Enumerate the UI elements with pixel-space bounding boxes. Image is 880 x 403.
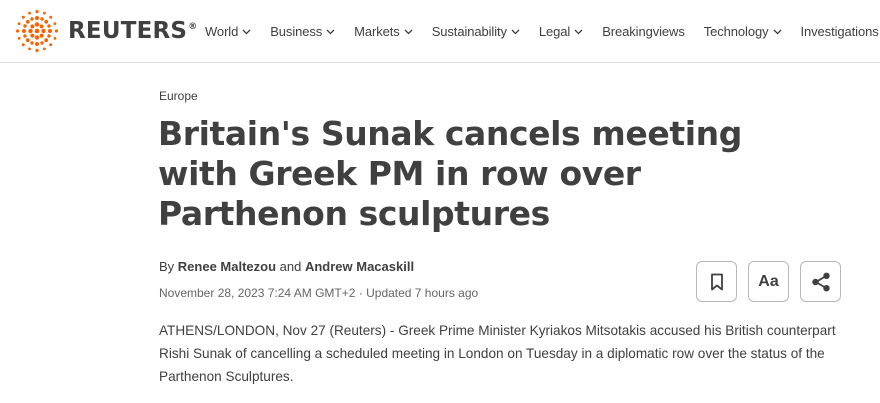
nav-label: Investigations [800, 24, 879, 39]
chevron-down-icon [511, 29, 520, 34]
share-icon [811, 272, 830, 291]
chevron-down-icon [404, 29, 413, 34]
bookmark-button[interactable] [696, 261, 737, 302]
author-link[interactable]: Renee Maltezou [178, 259, 276, 274]
text-size-button[interactable]: Aa [748, 261, 789, 302]
reuters-logo[interactable]: REUTERS® [14, 9, 197, 53]
byline-conjunction: and [276, 259, 305, 274]
nav-label: World [205, 24, 239, 39]
nav-item-business[interactable]: Business [270, 24, 335, 39]
article-byline: By Renee Maltezou and Andrew Macaskill [159, 259, 414, 274]
nav-item-sustainability[interactable]: Sustainability [432, 24, 520, 39]
logo-text: REUTERS [68, 18, 188, 44]
chevron-down-icon [574, 29, 583, 34]
byline-prefix: By [159, 259, 178, 274]
nav-item-investigations[interactable]: Investigations [801, 24, 879, 39]
nav-item-legal[interactable]: Legal [539, 24, 583, 39]
nav-label: Technology [703, 24, 769, 39]
nav-label: Markets [354, 24, 400, 39]
nav-item-technology[interactable]: Technology [704, 24, 782, 39]
logo-wordmark: REUTERS® [68, 18, 197, 44]
article-category-link[interactable]: Europe [159, 89, 198, 103]
article-headline: Britain's Sunak cancels meeting with Gre… [158, 114, 742, 233]
chevron-down-icon [773, 29, 781, 34]
reuters-logo-icon [16, 10, 59, 53]
chevron-down-icon [326, 29, 335, 34]
nav-label: Business [270, 24, 323, 39]
top-navigation: REUTERS® World Business Markets Sustaina… [0, 0, 880, 63]
share-button[interactable] [800, 261, 841, 302]
bookmark-icon [710, 273, 723, 290]
nav-label: Legal [538, 24, 571, 39]
article-dateline: November 28, 2023 7:24 AM GMT+2 · Update… [159, 286, 479, 300]
nav-label: Breakingviews [602, 24, 685, 39]
main-nav: World Business Markets Sustainability Le… [205, 0, 880, 63]
nav-item-breakingviews[interactable]: Breakingviews [602, 24, 685, 39]
author-link[interactable]: Andrew Macaskill [305, 259, 414, 274]
text-size-icon: Aa [758, 272, 779, 290]
nav-item-markets[interactable]: Markets [354, 24, 413, 39]
article-body-paragraph: ATHENS/LONDON, Nov 27 (Reuters) - Greek … [159, 323, 836, 384]
nav-label: Sustainability [431, 24, 507, 39]
chevron-down-icon [242, 29, 251, 34]
logo-registered-mark: ® [188, 22, 198, 33]
nav-item-world[interactable]: World [205, 24, 251, 39]
